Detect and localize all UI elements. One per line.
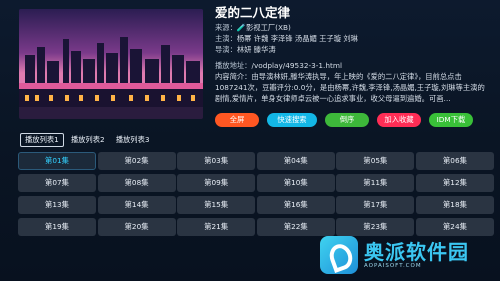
episode-button[interactable]: 第06集 bbox=[415, 152, 494, 170]
episode-button[interactable]: 第11集 bbox=[336, 174, 415, 192]
idm-download-button[interactable]: IDM下载 bbox=[429, 113, 473, 127]
tab-playlist-3[interactable]: 播放列表3 bbox=[112, 133, 154, 147]
episode-button[interactable]: 第13集 bbox=[18, 196, 96, 214]
intro-text: 由导演林妍,滕华涛执导，年上映的《爱的二八定律》，目前总点击1087241次，豆… bbox=[215, 71, 485, 104]
episode-button[interactable]: 第04集 bbox=[256, 152, 335, 170]
detail-panel: 爱的二八定律 来源：🧪影视工厂(XB) 主演：杨幂 许魏 李泽锋 汤晶媚 王子璇… bbox=[215, 4, 490, 105]
director-value: 林妍 滕华涛 bbox=[236, 45, 276, 55]
reverse-order-button[interactable]: 倒序 bbox=[325, 113, 369, 127]
episode-button[interactable]: 第16集 bbox=[256, 196, 335, 214]
episode-button[interactable]: 第01集 bbox=[18, 152, 96, 170]
watermark-logo-icon bbox=[320, 236, 358, 274]
episode-button[interactable]: 第14集 bbox=[97, 196, 176, 214]
episode-button[interactable]: 第08集 bbox=[97, 174, 176, 192]
watermark-text: 奥派软件园 bbox=[364, 240, 469, 264]
episode-button[interactable]: 第15集 bbox=[177, 196, 256, 214]
source-line: 来源：🧪影视工厂(XB) bbox=[215, 22, 490, 33]
episode-button[interactable]: 第24集 bbox=[415, 218, 494, 236]
playlist-tabs: 播放列表1 播放列表2 播放列表3 bbox=[20, 133, 154, 147]
episode-button[interactable]: 第05集 bbox=[336, 152, 415, 170]
episode-button[interactable]: 第19集 bbox=[18, 218, 96, 236]
episode-button[interactable]: 第09集 bbox=[177, 174, 256, 192]
episode-button[interactable]: 第23集 bbox=[336, 218, 415, 236]
add-favorite-button[interactable]: 加入收藏 bbox=[377, 113, 421, 127]
action-buttons: 全屏 快速搜索 倒序 加入收藏 IDM下载 bbox=[215, 113, 473, 127]
url-value: /vodplay/49532-3-1.html bbox=[251, 60, 342, 70]
quick-search-button[interactable]: 快速搜索 bbox=[267, 113, 317, 127]
url-line: 播放地址：/vodplay/49532-3-1.html bbox=[215, 60, 490, 71]
watermark: 奥派软件园 AOPAISOFT.COM bbox=[320, 235, 490, 275]
director-line: 导演：林妍 滕华涛 bbox=[215, 44, 490, 55]
poster-image bbox=[19, 9, 203, 119]
source-label: 来源： bbox=[215, 23, 237, 32]
episode-button[interactable]: 第21集 bbox=[177, 218, 256, 236]
tab-playlist-1[interactable]: 播放列表1 bbox=[20, 133, 64, 147]
episode-grid: 第01集 第02集 第03集 第04集 第05集 第06集 第07集 第08集 … bbox=[18, 152, 494, 236]
cast-label: 主演： bbox=[215, 34, 237, 44]
intro-label: 内容简介： bbox=[215, 71, 252, 81]
episode-button[interactable]: 第17集 bbox=[336, 196, 415, 214]
cast-value: 杨幂 许魏 李泽锋 汤晶媚 王子璇 刘琳 bbox=[236, 34, 358, 44]
episode-button[interactable]: 第02集 bbox=[97, 152, 176, 170]
episode-button[interactable]: 第20集 bbox=[97, 218, 176, 236]
tab-playlist-2[interactable]: 播放列表2 bbox=[67, 133, 109, 147]
source-value: 🧪影视工厂(XB) bbox=[236, 23, 291, 32]
episode-button[interactable]: 第03集 bbox=[177, 152, 256, 170]
title: 爱的二八定律 bbox=[215, 5, 291, 20]
episode-button[interactable]: 第07集 bbox=[18, 174, 96, 192]
director-label: 导演： bbox=[215, 45, 237, 55]
episode-button[interactable]: 第22集 bbox=[256, 218, 335, 236]
episode-button[interactable]: 第10集 bbox=[256, 174, 335, 192]
episode-button[interactable]: 第12集 bbox=[415, 174, 494, 192]
episode-button[interactable]: 第18集 bbox=[415, 196, 494, 214]
intro: 内容简介：由导演林妍,滕华涛执导，年上映的《爱的二八定律》，目前总点击10872… bbox=[215, 71, 490, 105]
cast-line: 主演：杨幂 许魏 李泽锋 汤晶媚 王子璇 刘琳 bbox=[215, 33, 490, 44]
url-label: 播放地址： bbox=[215, 60, 252, 70]
fullscreen-button[interactable]: 全屏 bbox=[215, 113, 259, 127]
